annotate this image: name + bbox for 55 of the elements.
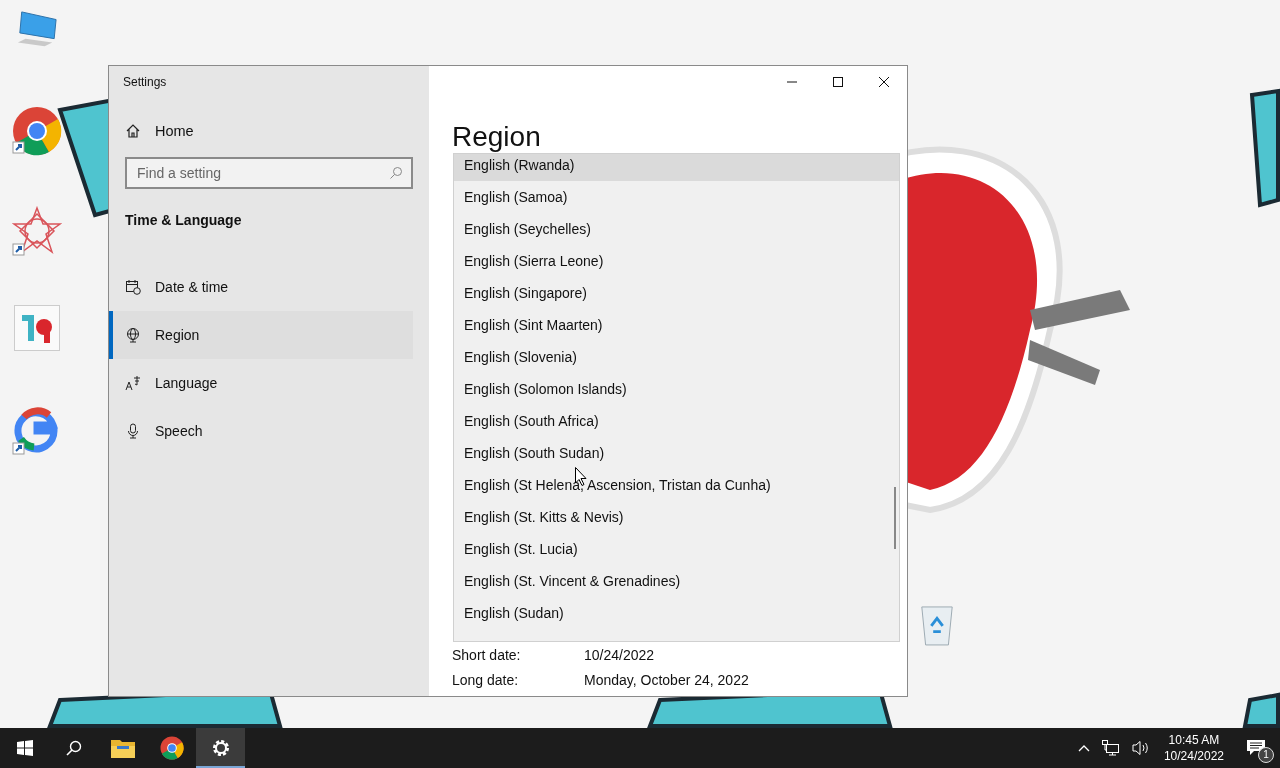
clock[interactable]: 10:45 AM 10/24/2022 <box>1155 732 1232 764</box>
notification-count: 1 <box>1258 747 1274 763</box>
dropdown-option[interactable]: English (South Africa) <box>454 405 899 437</box>
globe-icon <box>125 327 141 343</box>
dropdown-option[interactable]: English (St Helena, Ascension, Tristan da Cunha) <box>454 469 899 501</box>
sidebar-item[interactable]: Speech <box>109 407 413 455</box>
dropdown-option[interactable]: English (Slovenia) <box>454 341 899 373</box>
chevron-up-icon[interactable] <box>1077 744 1090 752</box>
sidebar-item[interactable]: Region <box>109 311 413 359</box>
format-value: 10/24/2022 <box>584 646 655 663</box>
scrollbar-thumb[interactable] <box>894 487 896 549</box>
dropdown-option[interactable]: English (Singapore) <box>454 277 899 309</box>
dropdown-option[interactable]: English (Solomon Islands) <box>454 373 899 405</box>
dropdown-option[interactable]: English (Rwanda) <box>454 154 899 181</box>
dropdown-option[interactable]: English (Seychelles) <box>454 213 899 245</box>
close-icon <box>879 77 889 87</box>
section-heading: Time & Language <box>125 212 243 228</box>
home-icon <box>125 123 141 139</box>
format-label: Short date: <box>452 646 522 663</box>
calendar-icon <box>125 279 141 295</box>
window-title: Settings <box>123 75 168 89</box>
chrome-icon[interactable] <box>12 106 62 156</box>
dropdown-option[interactable]: English (St. Lucia) <box>454 533 899 565</box>
search-field[interactable]: Find a setting <box>125 157 413 189</box>
app-icon[interactable] <box>14 305 60 351</box>
sidebar-item[interactable]: Date & time <box>109 263 413 311</box>
language-icon <box>125 375 141 391</box>
taskbar-button[interactable] <box>196 728 245 768</box>
home-nav-item[interactable]: Home <box>125 119 413 143</box>
chrome-icon <box>159 736 184 760</box>
network-icon[interactable] <box>1101 740 1120 756</box>
format-label: Long date: <box>452 671 520 688</box>
notification-button[interactable]: 1 <box>1232 728 1280 768</box>
maximize-icon <box>833 77 843 87</box>
dropdown-option[interactable]: English (Sudan) <box>454 597 899 629</box>
sidebar-item[interactable]: Language <box>109 359 413 407</box>
dropdown-option[interactable]: English (Sierra Leone) <box>454 245 899 277</box>
dropdown-option[interactable]: English (St. Kitts & Nevis) <box>454 501 899 533</box>
dropdown-option[interactable]: English (Sint Maarten) <box>454 309 899 341</box>
page-heading: Region <box>452 121 542 153</box>
dropdown-option[interactable]: English (Samoa) <box>454 181 899 213</box>
microphone-icon <box>125 423 141 439</box>
settings-icon <box>210 738 231 758</box>
star-pattern-icon[interactable] <box>12 206 62 256</box>
clock-time: 10:45 AM <box>1168 732 1220 748</box>
dropdown-option[interactable]: English (South Sudan) <box>454 437 899 469</box>
search-icon <box>65 740 82 756</box>
format-value: Monday, October 24, 2022 <box>584 671 749 688</box>
clock-date: 10/24/2022 <box>1163 748 1224 764</box>
dropdown-option[interactable]: English (St. Vincent & Grenadines) <box>454 565 899 597</box>
home-label: Home <box>155 123 194 139</box>
volume-icon[interactable] <box>1131 740 1150 756</box>
windows-icon <box>16 740 33 756</box>
folder-icon <box>110 738 135 758</box>
search-icon <box>389 166 403 180</box>
